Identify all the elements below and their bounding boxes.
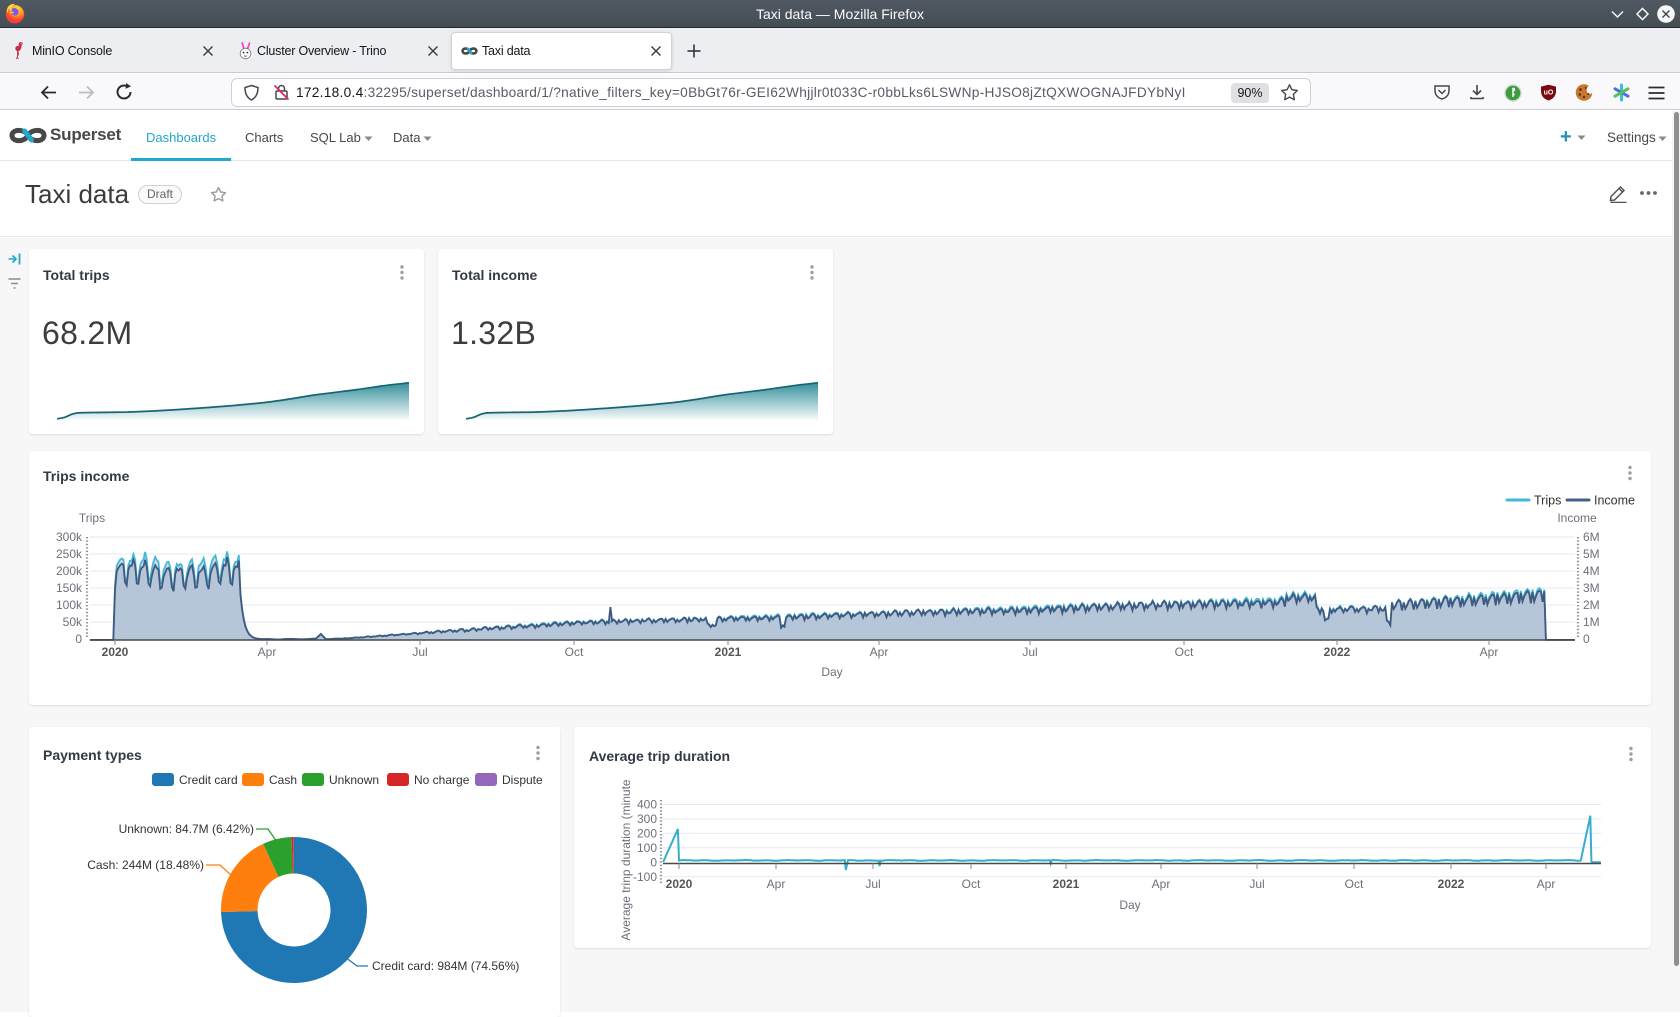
- svg-text:Income: Income: [1557, 511, 1597, 525]
- svg-text:3M: 3M: [1583, 581, 1600, 595]
- svg-text:Credit card: 984M (74.56%): Credit card: 984M (74.56%): [372, 959, 519, 973]
- svg-text:Apr: Apr: [870, 645, 889, 659]
- svg-text:Income: Income: [1594, 494, 1635, 508]
- svg-text:250k: 250k: [56, 547, 83, 561]
- svg-text:Oct: Oct: [1175, 645, 1194, 659]
- svg-text:Cash: 244M (18.48%): Cash: 244M (18.48%): [87, 858, 204, 872]
- svg-text:Day: Day: [1119, 898, 1140, 912]
- svg-text:Jul: Jul: [1022, 645, 1037, 659]
- svg-text:Payment types: Payment types: [43, 747, 142, 763]
- svg-text:Apr: Apr: [767, 877, 786, 891]
- svg-text:100k: 100k: [56, 598, 83, 612]
- svg-text:No charge: No charge: [414, 773, 470, 787]
- svg-text:0: 0: [1583, 632, 1590, 646]
- svg-text:Day: Day: [821, 665, 842, 679]
- svg-text:2022: 2022: [1324, 645, 1351, 659]
- svg-text:uO: uO: [1544, 90, 1554, 97]
- svg-text:200k: 200k: [56, 564, 83, 578]
- svg-text:2021: 2021: [715, 645, 742, 659]
- svg-text:2022: 2022: [1438, 877, 1465, 891]
- svg-text:Unknown: 84.7M (6.42%): Unknown: 84.7M (6.42%): [119, 822, 254, 836]
- svg-text:Jul: Jul: [412, 645, 427, 659]
- svg-text:Apr: Apr: [1537, 877, 1556, 891]
- svg-text:Jul: Jul: [1249, 877, 1264, 891]
- svg-text:5M: 5M: [1583, 547, 1600, 561]
- svg-text:Trips: Trips: [1534, 494, 1561, 508]
- svg-text:Apr: Apr: [1152, 877, 1171, 891]
- svg-text:Oct: Oct: [565, 645, 584, 659]
- svg-text:2M: 2M: [1583, 598, 1600, 612]
- svg-text:-100: -100: [633, 870, 657, 884]
- svg-text:Average trinp duration (minute: Average trinp duration (minute: [619, 779, 633, 941]
- svg-text:400: 400: [637, 798, 657, 812]
- svg-text:0: 0: [650, 855, 657, 869]
- svg-text:0: 0: [75, 632, 82, 646]
- svg-text:Oct: Oct: [962, 877, 981, 891]
- svg-text:Cash: Cash: [269, 773, 297, 787]
- svg-text:2020: 2020: [102, 645, 129, 659]
- svg-text:200: 200: [637, 826, 657, 840]
- svg-text:Oct: Oct: [1345, 877, 1364, 891]
- svg-text:Average trip duration: Average trip duration: [589, 748, 730, 764]
- svg-text:100: 100: [637, 841, 657, 855]
- svg-text:Credit card: Credit card: [179, 773, 238, 787]
- svg-text:Trips income: Trips income: [43, 468, 130, 484]
- svg-text:Dispute: Dispute: [502, 773, 543, 787]
- svg-text:Apr: Apr: [1480, 645, 1499, 659]
- svg-text:Apr: Apr: [258, 645, 277, 659]
- svg-text:300k: 300k: [56, 530, 83, 544]
- svg-text:6M: 6M: [1583, 530, 1600, 544]
- svg-text:300: 300: [637, 812, 657, 826]
- svg-text:Unknown: Unknown: [329, 773, 379, 787]
- svg-text:2020: 2020: [666, 877, 693, 891]
- svg-text:Trips: Trips: [79, 511, 105, 525]
- svg-text:150k: 150k: [56, 581, 83, 595]
- svg-text:Jul: Jul: [865, 877, 880, 891]
- svg-text:2021: 2021: [1053, 877, 1080, 891]
- svg-text:1M: 1M: [1583, 615, 1600, 629]
- svg-text:50k: 50k: [63, 615, 83, 629]
- svg-text:4M: 4M: [1583, 564, 1600, 578]
